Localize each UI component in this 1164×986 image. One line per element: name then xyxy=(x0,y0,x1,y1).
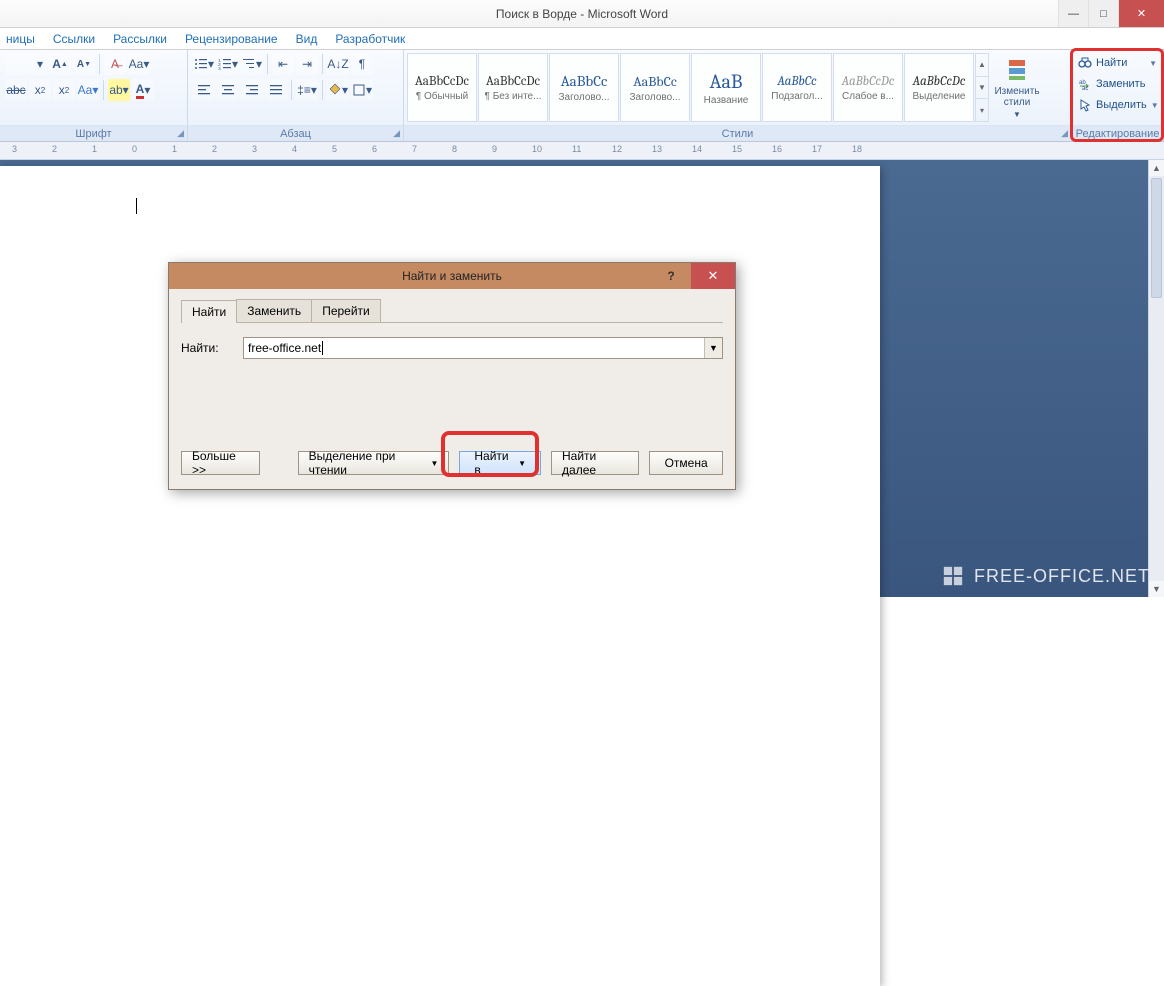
scroll-thumb[interactable] xyxy=(1151,178,1162,298)
clear-format-icon[interactable]: A̶ xyxy=(104,53,126,75)
dialog-titlebar[interactable]: Найти и заменить ? ✕ xyxy=(169,263,735,289)
font-dialog-launcher-icon[interactable]: ◢ xyxy=(177,128,184,139)
svg-text:ac: ac xyxy=(1082,86,1088,91)
ribbon: ▾ A▲ A▼ A̶ Aa▾ abc x2 x2 Aa▾ ab▾ A▾ Шриф… xyxy=(0,50,1164,142)
dialog-tab-replace[interactable]: Заменить xyxy=(236,299,312,322)
sort-icon[interactable]: A↓Z xyxy=(327,53,349,75)
tab-pages[interactable]: ницы xyxy=(6,32,35,49)
find-history-dropdown-icon[interactable]: ▼ xyxy=(704,338,722,358)
tab-view[interactable]: Вид xyxy=(296,32,318,49)
highlight-icon[interactable]: ab▾ xyxy=(108,79,130,101)
align-right-icon[interactable] xyxy=(241,79,263,101)
windows-logo-icon xyxy=(942,565,964,587)
style-heading2[interactable]: AaBbCcЗаголово... xyxy=(620,53,690,122)
watermark: FREE-OFFICE.NET xyxy=(942,565,1150,587)
tab-review[interactable]: Рецензирование xyxy=(185,32,278,49)
style-normal[interactable]: AaBbCcDc¶ Обычный xyxy=(407,53,477,122)
numbering-icon[interactable]: 123▾ xyxy=(217,53,239,75)
scroll-up-icon[interactable]: ▲ xyxy=(1149,160,1164,176)
maximize-button[interactable]: □ xyxy=(1088,0,1118,27)
show-marks-icon[interactable]: ¶ xyxy=(351,53,373,75)
text-cursor xyxy=(136,198,137,214)
shading-icon[interactable]: ▾ xyxy=(327,79,349,101)
replace-button[interactable]: abac Заменить xyxy=(1076,74,1159,94)
line-spacing-icon[interactable]: ‡≡▾ xyxy=(296,79,318,101)
document-area: Найти и заменить ? ✕ Найти Заменить Пере… xyxy=(0,160,1164,597)
scroll-down-icon[interactable]: ▼ xyxy=(1149,581,1164,597)
shrink-font-icon[interactable]: A▼ xyxy=(73,53,95,75)
group-para-label: Абзац xyxy=(280,128,311,140)
tab-developer[interactable]: Разработчик xyxy=(335,32,405,49)
para-dialog-launcher-icon[interactable]: ◢ xyxy=(393,128,400,139)
find-button[interactable]: Найти▼ xyxy=(1076,53,1159,73)
multilevel-icon[interactable]: ▾ xyxy=(241,53,263,75)
close-button[interactable]: ✕ xyxy=(1118,0,1164,27)
borders-icon[interactable]: ▾ xyxy=(351,79,373,101)
find-in-button[interactable]: Найти в▼ xyxy=(459,451,541,475)
dialog-close-button[interactable]: ✕ xyxy=(691,263,735,289)
document-page[interactable]: Найти и заменить ? ✕ Найти Заменить Пере… xyxy=(0,166,880,986)
styles-dialog-launcher-icon[interactable]: ◢ xyxy=(1061,128,1068,139)
dialog-help-button[interactable]: ? xyxy=(657,269,685,283)
group-font-label: Шрифт xyxy=(75,128,111,140)
tab-mailings[interactable]: Рассылки xyxy=(113,32,167,49)
subscript-icon[interactable]: x2 xyxy=(29,79,51,101)
style-emphasis[interactable]: AaBbCcDcВыделение xyxy=(904,53,974,122)
grow-font-icon[interactable]: A▲ xyxy=(49,53,71,75)
bullets-icon[interactable]: ▾ xyxy=(193,53,215,75)
title-bar: Поиск в Ворде - Microsoft Word — □ ✕ xyxy=(0,0,1164,28)
style-no-spacing[interactable]: AaBbCcDc¶ Без инте... xyxy=(478,53,548,122)
tab-references[interactable]: Ссылки xyxy=(53,32,95,49)
align-left-icon[interactable] xyxy=(193,79,215,101)
replace-icon: abac xyxy=(1078,77,1092,91)
change-styles-button[interactable]: Изменить стили ▼ xyxy=(990,53,1044,122)
style-heading1[interactable]: AaBbCcЗаголово... xyxy=(549,53,619,122)
svg-text:3: 3 xyxy=(218,66,221,71)
cursor-icon xyxy=(1078,98,1092,112)
styles-gallery-more[interactable]: ▲▼▾ xyxy=(975,53,989,122)
group-paragraph: ▾ 123▾ ▾ ⇤ ⇥ A↓Z ¶ ‡≡▾ ▾ ▾ xyxy=(188,50,404,141)
dialog-tab-find[interactable]: Найти xyxy=(181,300,237,323)
font-size-combo[interactable]: ▾ xyxy=(5,53,47,75)
group-editing: Найти▼ abac Заменить Выделить▼ Редактиро… xyxy=(1072,50,1164,141)
ribbon-tabs: ницы Ссылки Рассылки Рецензирование Вид … xyxy=(0,28,1164,50)
find-label: Найти: xyxy=(181,341,231,355)
decrease-indent-icon[interactable]: ⇤ xyxy=(272,53,294,75)
binoculars-icon xyxy=(1078,56,1092,70)
reading-highlight-button[interactable]: Выделение при чтении▼ xyxy=(298,451,450,475)
font-color-icon[interactable]: A▾ xyxy=(132,79,154,101)
justify-icon[interactable] xyxy=(265,79,287,101)
strikethrough-icon[interactable]: abc xyxy=(5,79,27,101)
group-styles-label: Стили xyxy=(722,128,754,140)
superscript-icon[interactable]: x2 xyxy=(53,79,75,101)
minimize-button[interactable]: — xyxy=(1058,0,1088,27)
dialog-tab-goto[interactable]: Перейти xyxy=(311,299,381,322)
style-subtitle[interactable]: AaBbCcПодзагол... xyxy=(762,53,832,122)
group-styles: AaBbCcDc¶ Обычный AaBbCcDc¶ Без инте... … xyxy=(404,50,1072,141)
style-title[interactable]: AaBНазвание xyxy=(691,53,761,122)
text-effects-icon[interactable]: Aa▾ xyxy=(77,79,99,101)
group-font: ▾ A▲ A▼ A̶ Aa▾ abc x2 x2 Aa▾ ab▾ A▾ Шриф… xyxy=(0,50,188,141)
find-next-button[interactable]: Найти далее xyxy=(551,451,639,475)
change-case-icon[interactable]: Aa▾ xyxy=(128,53,150,75)
horizontal-ruler[interactable]: 3210123456789101112131415161718 xyxy=(0,142,1164,160)
dialog-title: Найти и заменить xyxy=(402,269,502,283)
increase-indent-icon[interactable]: ⇥ xyxy=(296,53,318,75)
find-replace-dialog: Найти и заменить ? ✕ Найти Заменить Пере… xyxy=(168,262,736,490)
vertical-scrollbar[interactable]: ▲ ▼ xyxy=(1148,160,1164,597)
more-button[interactable]: Больше >> xyxy=(181,451,260,475)
cancel-button[interactable]: Отмена xyxy=(649,451,723,475)
dialog-tabs: Найти Заменить Перейти xyxy=(181,299,723,323)
style-subtle-emphasis[interactable]: AaBbCcDcСлабое в... xyxy=(833,53,903,122)
select-button[interactable]: Выделить▼ xyxy=(1076,95,1159,115)
group-edit-label: Редактирование xyxy=(1076,128,1160,140)
window-title: Поиск в Ворде - Microsoft Word xyxy=(496,7,668,21)
align-center-icon[interactable] xyxy=(217,79,239,101)
find-input[interactable]: free-office.net ▼ xyxy=(243,337,723,359)
